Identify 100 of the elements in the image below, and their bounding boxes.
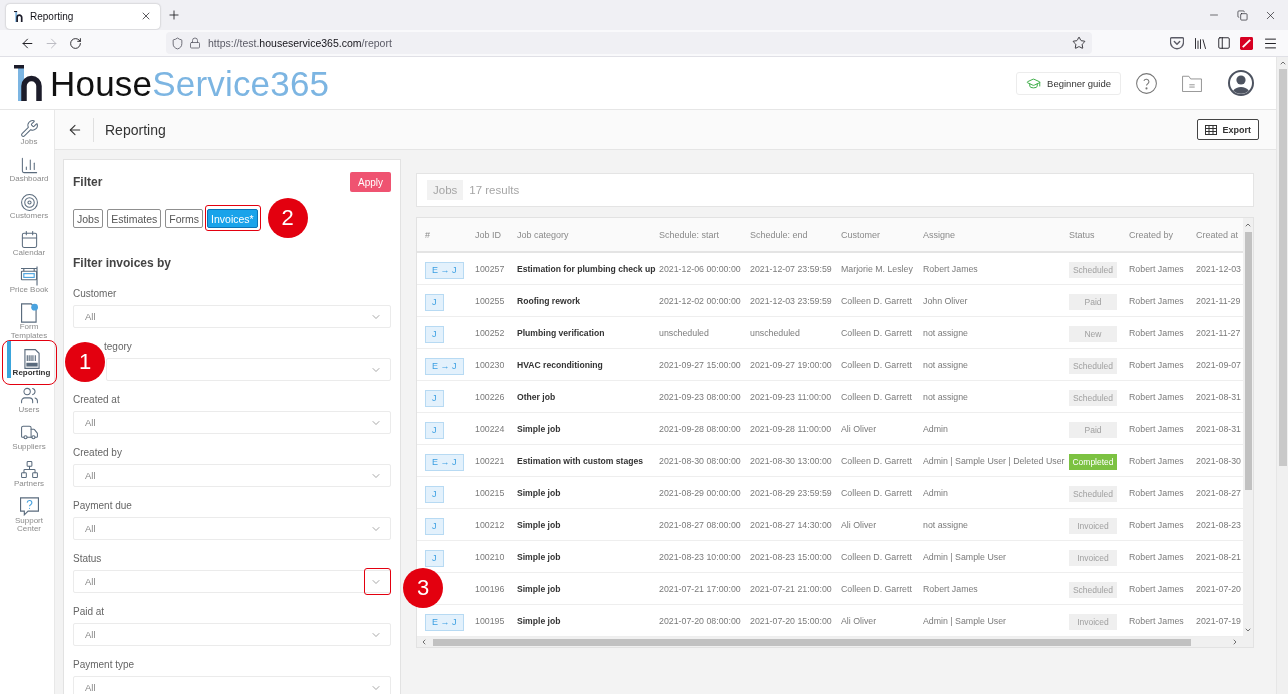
table-cell: Roofing rework — [517, 295, 581, 306]
close-tab-icon[interactable] — [140, 10, 152, 22]
job-type-tag: J — [425, 293, 444, 311]
sidebar-item[interactable]: Support Center — [0, 488, 54, 534]
scroll-left-icon[interactable] — [420, 638, 428, 646]
filter-heading: Filter invoices by — [73, 256, 173, 270]
reload-icon[interactable] — [68, 36, 82, 50]
dropdown[interactable]: All — [73, 517, 391, 540]
scroll-up-icon[interactable] — [1244, 221, 1252, 229]
column-header: Schedule: end — [750, 229, 808, 240]
table-cell: Admin — [923, 423, 948, 434]
table-cell: not assigne — [923, 391, 968, 402]
scroll-down-icon[interactable] — [1244, 626, 1252, 634]
restore-icon[interactable] — [1236, 9, 1248, 21]
dropdown[interactable]: All — [73, 570, 391, 593]
browser-tab[interactable]: Reporting — [6, 3, 160, 29]
sidebar-item[interactable]: Users — [0, 377, 54, 415]
table-cell: 2021-07-20 08:00:00 — [659, 615, 741, 626]
job-type-tag: E → J — [425, 261, 464, 279]
column-header: Schedule: start — [659, 229, 720, 240]
dropdown[interactable]: All — [73, 676, 391, 694]
table-cell: Robert James — [1129, 359, 1184, 370]
column-header: Job category — [517, 229, 569, 240]
back-icon[interactable] — [19, 35, 35, 51]
field-label: Status — [73, 552, 102, 566]
page-scrollbar[interactable] — [1276, 57, 1288, 694]
library-icon[interactable] — [1192, 35, 1208, 51]
table-cell: 2021-08-29 00:00:00 — [659, 487, 741, 498]
sidebar-panel-icon[interactable] — [1216, 36, 1231, 50]
users-icon — [19, 386, 39, 405]
new-tab-icon[interactable] — [167, 8, 181, 22]
table-cell: Ali Oliver — [841, 615, 877, 626]
field-label: Paid at — [73, 605, 105, 619]
table-cell: Robert James — [1129, 455, 1184, 466]
scrollbar-thumb[interactable] — [1244, 232, 1252, 490]
scrollbar-thumb[interactable] — [1278, 69, 1287, 466]
filter-type-tab[interactable]: Invoices* — [207, 209, 258, 228]
dropdown[interactable]: All — [73, 411, 391, 434]
column-header: # — [425, 229, 430, 240]
table-cell: Colleen D. Garrett — [841, 487, 912, 498]
sidebar-item[interactable]: Form Templates — [0, 295, 54, 341]
table-cell: Simple job — [517, 615, 561, 626]
dropdown[interactable]: All — [73, 464, 391, 487]
field-label: Created at — [73, 393, 120, 407]
table-cell: Robert James — [1129, 519, 1184, 530]
pouch-icon[interactable] — [1169, 36, 1184, 50]
horizontal-scrollbar[interactable] — [417, 637, 1253, 647]
address-bar[interactable]: https://test.houseservice365.com/report — [166, 32, 1092, 54]
table-cell: Robert James — [1129, 551, 1184, 562]
filter-type-tab[interactable]: Estimates — [107, 209, 162, 228]
filter-type-tab[interactable]: Forms — [165, 209, 204, 228]
table-cell: unscheduled — [750, 327, 800, 338]
job-type-tag: J — [425, 549, 444, 567]
scrollbar-thumb[interactable] — [433, 638, 1191, 646]
avatar-icon[interactable] — [1228, 70, 1254, 96]
table-cell: 2021-07-19 — [1196, 615, 1241, 626]
vertical-scrollbar[interactable] — [1243, 218, 1253, 637]
sidebar-item[interactable]: Dashboard — [0, 147, 54, 184]
sidebar-item[interactable]: Suppliers — [0, 414, 54, 452]
help-icon[interactable] — [1136, 72, 1157, 94]
column-header: Created by — [1129, 229, 1174, 240]
dropdown[interactable]: All — [73, 623, 391, 646]
table-cell: not assigne — [923, 359, 968, 370]
table-cell: 100226 — [475, 391, 505, 402]
folder-icon[interactable] — [1182, 74, 1202, 92]
column-header: Status — [1069, 229, 1095, 240]
table-cell: 100212 — [475, 519, 505, 530]
table-cell: 2021-09-07 — [1196, 359, 1241, 370]
scroll-up-icon[interactable] — [1278, 59, 1287, 67]
scroll-right-icon[interactable] — [1231, 638, 1239, 646]
export-button[interactable]: Export — [1197, 119, 1259, 140]
sidebar-item[interactable]: Partners — [0, 451, 54, 489]
sidebar-item[interactable]: Customers — [0, 184, 54, 221]
wrench-icon — [19, 118, 39, 138]
table-cell: Robert James — [1129, 295, 1184, 306]
status-tag: New — [1069, 325, 1117, 342]
table-cell: Simple job — [517, 519, 561, 530]
callout-number: 1 — [65, 342, 105, 382]
sidebar-item[interactable]: Calendar — [0, 221, 54, 258]
sidebar-item[interactable]: Reporting — [3, 340, 56, 378]
bookmark-star-icon[interactable] — [1072, 36, 1086, 50]
apply-button[interactable]: Apply — [350, 172, 391, 192]
table-cell: 2021-12-02 00:00:00 — [659, 295, 741, 306]
table-cell: Ali Oliver — [841, 519, 877, 530]
network-icon — [19, 460, 39, 479]
filter-type-tab[interactable]: Jobs — [73, 209, 104, 228]
beginner-guide-button[interactable]: Beginner guide — [1016, 71, 1121, 95]
dropdown[interactable]: All — [73, 305, 391, 328]
table-cell: 2021-09-28 08:00:00 — [659, 423, 741, 434]
table-cell: Marjorie M. Lesley — [841, 263, 913, 274]
table-cell: 2021-07-20 15:00:00 — [750, 615, 832, 626]
job-type-tag: J — [425, 485, 444, 503]
sidebar-item[interactable]: Price Book — [0, 258, 54, 295]
menu-icon[interactable] — [1262, 35, 1278, 51]
table-cell: Estimation for plumbing check up — [517, 263, 656, 274]
table-cell: 2021-07-21 21:00:00 — [750, 583, 832, 594]
table-cell: 100210 — [475, 551, 505, 562]
slash-square-icon[interactable] — [1240, 36, 1254, 50]
job-type-tag: J — [425, 421, 444, 439]
sidebar-item[interactable]: Jobs — [0, 110, 54, 147]
